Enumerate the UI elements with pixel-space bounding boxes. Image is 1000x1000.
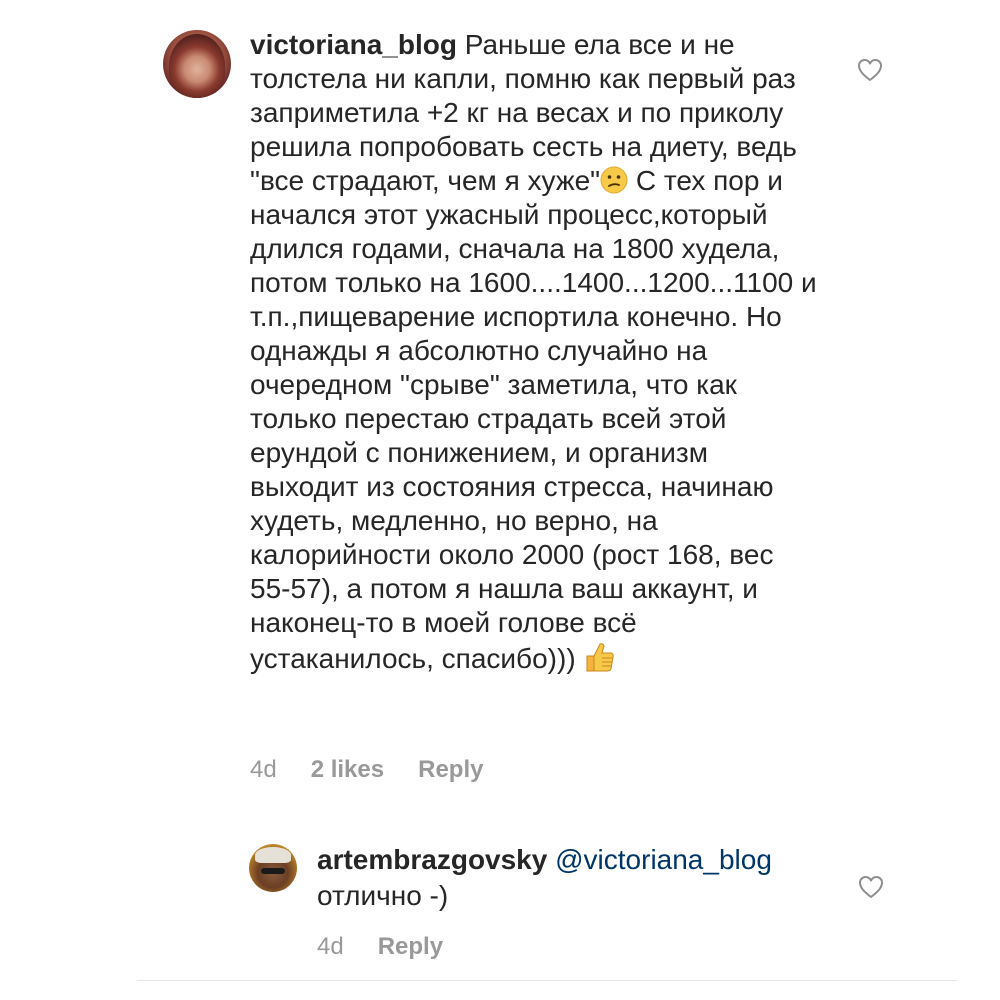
heart-icon[interactable] bbox=[858, 875, 884, 899]
comment-time[interactable]: 4d bbox=[317, 933, 344, 961]
comment-username[interactable]: victoriana_blog bbox=[250, 29, 457, 60]
comment-body: victoriana_blog Раньше ела все и не толс… bbox=[250, 28, 820, 676]
comment-body: artembrazgovsky @victoriana_blog отлично… bbox=[317, 842, 817, 914]
mention-link[interactable]: @victoriana_blog bbox=[555, 844, 772, 875]
comment-text: отлично -) bbox=[317, 880, 449, 911]
reply-button[interactable]: Reply bbox=[418, 756, 483, 784]
comment-username[interactable]: artembrazgovsky bbox=[317, 844, 547, 875]
comment-time[interactable]: 4d bbox=[250, 756, 277, 784]
divider bbox=[137, 980, 957, 981]
comments-page: victoriana_blog Раньше ела все и не толс… bbox=[0, 0, 1000, 1000]
likes-count[interactable]: 2 likes bbox=[311, 756, 384, 784]
avatar[interactable] bbox=[163, 30, 231, 98]
comment-meta: 4d Reply bbox=[317, 933, 443, 961]
comment-meta: 4d 2 likes Reply bbox=[250, 756, 483, 784]
confused-face-icon bbox=[600, 166, 628, 194]
thumbs-up-icon bbox=[586, 643, 615, 672]
avatar[interactable] bbox=[249, 844, 297, 892]
comment-text-continued: С тех пор и начался этот ужасный процесс… bbox=[250, 165, 817, 674]
reply-button[interactable]: Reply bbox=[378, 933, 443, 961]
heart-icon[interactable] bbox=[857, 58, 883, 82]
